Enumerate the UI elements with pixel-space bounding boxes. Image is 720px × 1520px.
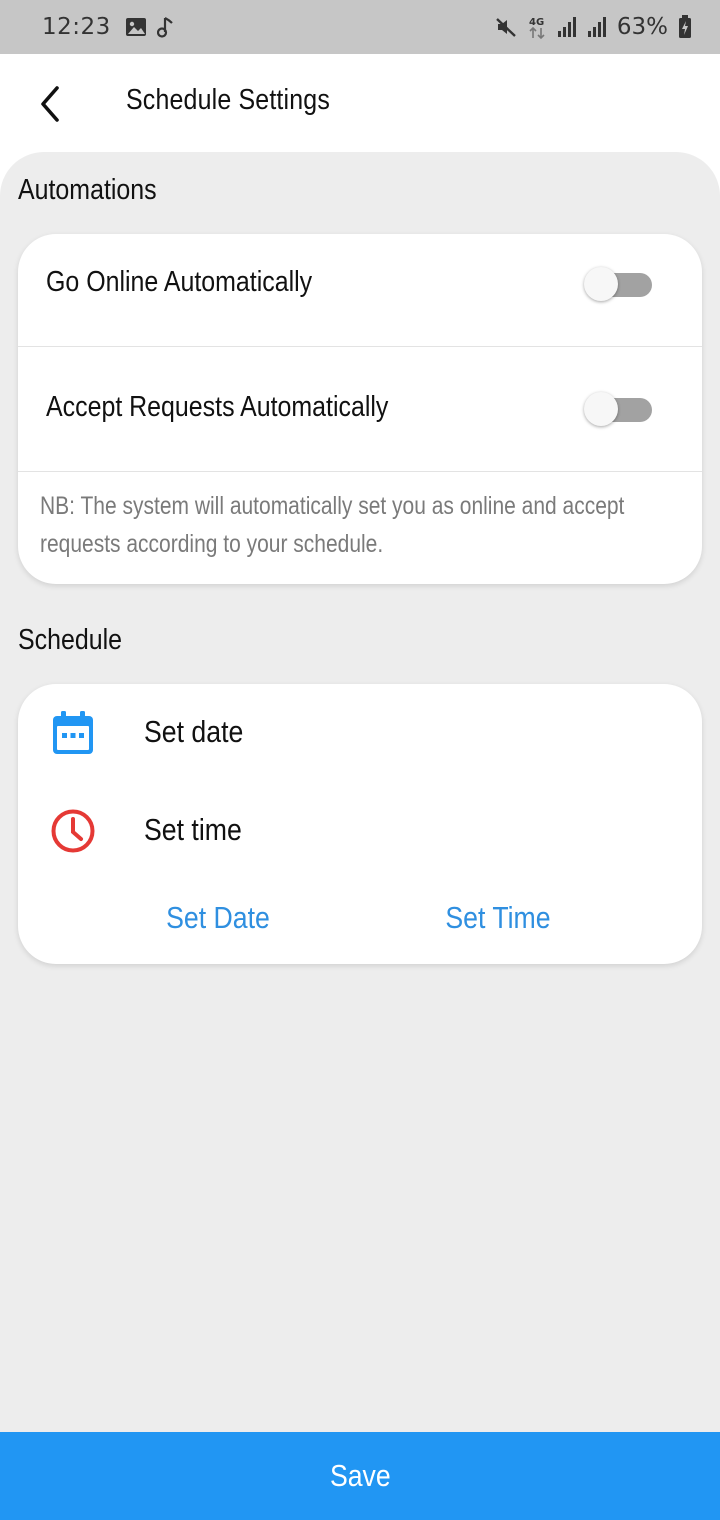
back-button[interactable]	[28, 78, 72, 130]
automations-note: NB: The system will automatically set yo…	[40, 492, 625, 558]
chevron-left-icon	[41, 86, 59, 122]
battery-percent: 63%	[616, 14, 668, 40]
status-notification-icons	[125, 16, 175, 38]
battery-charging-icon	[678, 15, 692, 39]
clock-icon	[50, 808, 96, 854]
set-time-label: Set time	[144, 812, 242, 847]
status-system-icons: 4G 63%	[495, 14, 692, 40]
network-type-label: 4G	[529, 17, 544, 28]
accept-requests-label: Accept Requests Automatically	[46, 391, 389, 423]
toggle-row-accept-requests: Accept Requests Automatically	[18, 347, 702, 472]
set-date-button[interactable]: Set Date	[132, 900, 304, 936]
schedule-item-time: Set time	[18, 796, 702, 866]
app-header: Schedule Settings	[0, 54, 720, 154]
status-bar: 12:23 4G 63%	[0, 0, 720, 54]
set-time-button[interactable]: Set Time	[412, 900, 584, 936]
status-time: 12:23	[42, 14, 111, 40]
music-note-icon	[156, 16, 175, 38]
set-date-label: Set date	[144, 714, 244, 749]
go-online-label: Go Online Automatically	[46, 266, 313, 298]
calendar-icon	[50, 710, 96, 756]
network-type-icon: 4G	[527, 14, 547, 40]
go-online-switch[interactable]	[584, 267, 652, 301]
signal-icon	[587, 16, 607, 38]
save-button-label: Save	[329, 1458, 391, 1493]
image-icon	[125, 17, 147, 37]
signal-icon	[557, 16, 577, 38]
schedule-item-date: Set date	[18, 698, 702, 768]
automations-card: Go Online Automatically Accept Requests …	[18, 234, 702, 584]
accept-requests-switch[interactable]	[584, 392, 652, 426]
switch-thumb	[584, 392, 618, 426]
switch-thumb	[584, 267, 618, 301]
schedule-section-title: Schedule	[18, 624, 123, 656]
toggle-row-go-online: Go Online Automatically	[18, 234, 702, 347]
mute-icon	[495, 16, 517, 38]
schedule-card: Set date Set time Set Date Set Time	[18, 684, 702, 964]
automations-section-title: Automations	[18, 174, 157, 206]
save-button[interactable]: Save	[0, 1432, 720, 1520]
page-title: Schedule Settings	[126, 84, 330, 116]
